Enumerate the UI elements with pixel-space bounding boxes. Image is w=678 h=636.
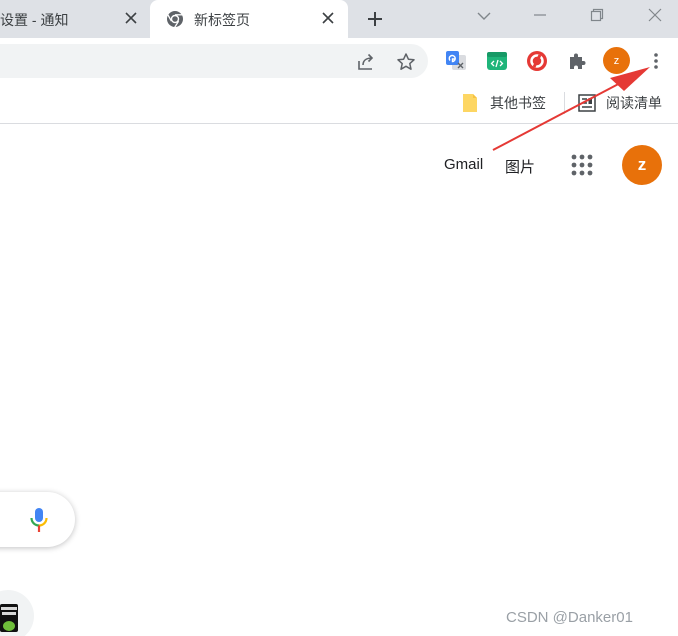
profile-avatar-button[interactable]: z <box>603 47 630 74</box>
tab-strip: 设置 - 通知 新标签页 <box>0 0 678 38</box>
reading-list-icon <box>578 94 596 112</box>
folder-icon <box>463 94 477 112</box>
account-avatar[interactable]: z <box>622 145 662 185</box>
red-circle-extension[interactable] <box>524 48 550 74</box>
apps-grid-icon <box>571 154 593 176</box>
close-icon <box>322 12 334 24</box>
browser-window: 设置 - 通知 新标签页 z 其他书签 阅读清单 Gmail 图片 z CSDN… <box>0 0 678 636</box>
other-bookmarks-folder[interactable]: 其他书签 <box>461 92 546 114</box>
minimize-button[interactable] <box>525 2 555 28</box>
bookmark-star-button[interactable] <box>394 50 418 74</box>
bookmarks-bar <box>0 86 678 124</box>
chrome-logo-icon <box>167 11 183 28</box>
microphone-icon <box>30 508 48 532</box>
restore-icon <box>590 8 604 22</box>
puzzle-icon <box>570 53 586 69</box>
window-close-button[interactable] <box>640 2 670 28</box>
images-link[interactable]: 图片 <box>505 156 535 177</box>
chrome-menu-button[interactable] <box>646 48 666 74</box>
share-button[interactable] <box>354 50 378 74</box>
google-translate-extension[interactable] <box>443 48 469 74</box>
tab-close-button[interactable] <box>121 8 141 28</box>
tab-title: 新标签页 <box>194 12 250 28</box>
bookmark-label: 阅读清单 <box>606 95 662 111</box>
red-circle-extension-icon <box>527 51 547 71</box>
extensions-button[interactable] <box>564 48 590 74</box>
tab-close-button[interactable] <box>318 8 338 28</box>
bookmarks-divider <box>564 92 565 114</box>
watermark: CSDN @Danker01 <box>506 609 633 626</box>
google-translate-icon <box>446 51 466 70</box>
restore-button[interactable] <box>582 2 612 28</box>
close-icon <box>125 12 137 24</box>
minimize-icon <box>534 14 546 16</box>
close-icon <box>648 8 662 22</box>
new-tab-button[interactable] <box>362 6 388 32</box>
star-icon <box>397 53 415 70</box>
google-apps-button[interactable] <box>568 151 596 179</box>
plus-icon <box>368 12 382 26</box>
shortcut-favicon <box>0 604 18 632</box>
code-extension[interactable] <box>484 48 510 74</box>
tab-search-button[interactable] <box>473 5 495 27</box>
tab-title: 设置 - 通知 <box>0 12 69 28</box>
share-icon <box>358 53 374 70</box>
gmail-link[interactable]: Gmail <box>444 156 483 173</box>
three-dots-vertical-icon <box>654 53 658 69</box>
code-extension-icon <box>487 52 507 70</box>
chevron-down-icon <box>477 12 491 20</box>
voice-search-button[interactable] <box>28 506 50 534</box>
bookmark-label: 其他书签 <box>490 95 546 111</box>
reading-list-button[interactable]: 阅读清单 <box>578 92 662 114</box>
